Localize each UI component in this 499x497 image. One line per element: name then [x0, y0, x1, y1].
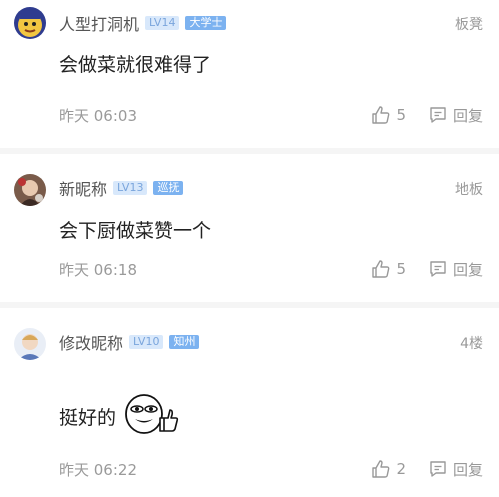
- comment-footer: 昨天 06:22 2 回复: [59, 458, 483, 480]
- thumbs-up-emoji-icon: [120, 392, 180, 441]
- thumbs-up-icon: [372, 106, 390, 124]
- avatar[interactable]: [14, 328, 46, 360]
- title-badge: 巡抚: [153, 181, 184, 195]
- like-count: 5: [396, 260, 406, 278]
- username[interactable]: 修改昵称: [59, 330, 123, 354]
- comment-item: 人型打洞机 LV14 大学士 板凳 会做菜就很难得了 昨天 06:03 5 回复: [0, 0, 499, 148]
- username[interactable]: 新昵称: [59, 176, 107, 200]
- like-button[interactable]: 5: [371, 259, 406, 279]
- floor-label: 板凳: [455, 17, 483, 33]
- like-button[interactable]: 2: [371, 459, 406, 479]
- level-badge: LV13: [113, 181, 148, 195]
- username[interactable]: 人型打洞机: [59, 11, 139, 35]
- thumbs-up-icon: [372, 460, 390, 478]
- comment-header: 人型打洞机 LV14 大学士: [59, 11, 227, 35]
- avatar[interactable]: [14, 7, 46, 39]
- title-badge: 大学士: [185, 16, 227, 30]
- comment-text-content: 挺好的: [59, 407, 117, 429]
- floor-label: 地板: [455, 182, 483, 198]
- level-badge: LV14: [145, 16, 180, 30]
- comment-header: 新昵称 LV13 巡抚: [59, 176, 184, 200]
- comment-text-content: 会做菜就很难得了: [59, 54, 212, 76]
- floor-label: 4楼: [460, 336, 483, 352]
- comment-text: 会下厨做菜赞一个: [59, 216, 211, 243]
- comment-icon: [430, 461, 446, 477]
- comment-footer: 昨天 06:03 5 回复: [59, 104, 483, 126]
- comment-footer: 昨天 06:18 5 回复: [59, 258, 483, 280]
- comment-icon: [430, 261, 446, 277]
- reply-label: 回复: [452, 106, 483, 125]
- reply-button[interactable]: 回复: [428, 105, 483, 126]
- comment-header: 修改昵称 LV10 知州: [59, 330, 200, 354]
- timestamp: 昨天 06:03: [59, 106, 137, 125]
- reply-label: 回复: [452, 460, 483, 479]
- like-count: 2: [396, 460, 406, 478]
- title-badge: 知州: [169, 335, 200, 349]
- timestamp: 昨天 06:18: [59, 260, 137, 279]
- comment-text-content: 会下厨做菜赞一个: [59, 220, 212, 242]
- comment-text: 挺好的: [59, 392, 180, 441]
- avatar[interactable]: [14, 174, 46, 206]
- comment-item: 修改昵称 LV10 知州 4楼 挺好的 昨天 06:22 2 回复: [0, 308, 499, 497]
- comment-text: 会做菜就很难得了: [59, 50, 211, 77]
- reply-label: 回复: [452, 260, 483, 279]
- thumbs-up-icon: [372, 260, 390, 278]
- comment-item: 新昵称 LV13 巡抚 地板 会下厨做菜赞一个 昨天 06:18 5 回复: [0, 154, 499, 302]
- reply-button[interactable]: 回复: [428, 259, 483, 280]
- reply-button[interactable]: 回复: [428, 459, 483, 480]
- like-button[interactable]: 5: [371, 105, 406, 125]
- comment-icon: [430, 107, 446, 123]
- like-count: 5: [396, 106, 406, 124]
- level-badge: LV10: [129, 335, 164, 349]
- timestamp: 昨天 06:22: [59, 460, 137, 479]
